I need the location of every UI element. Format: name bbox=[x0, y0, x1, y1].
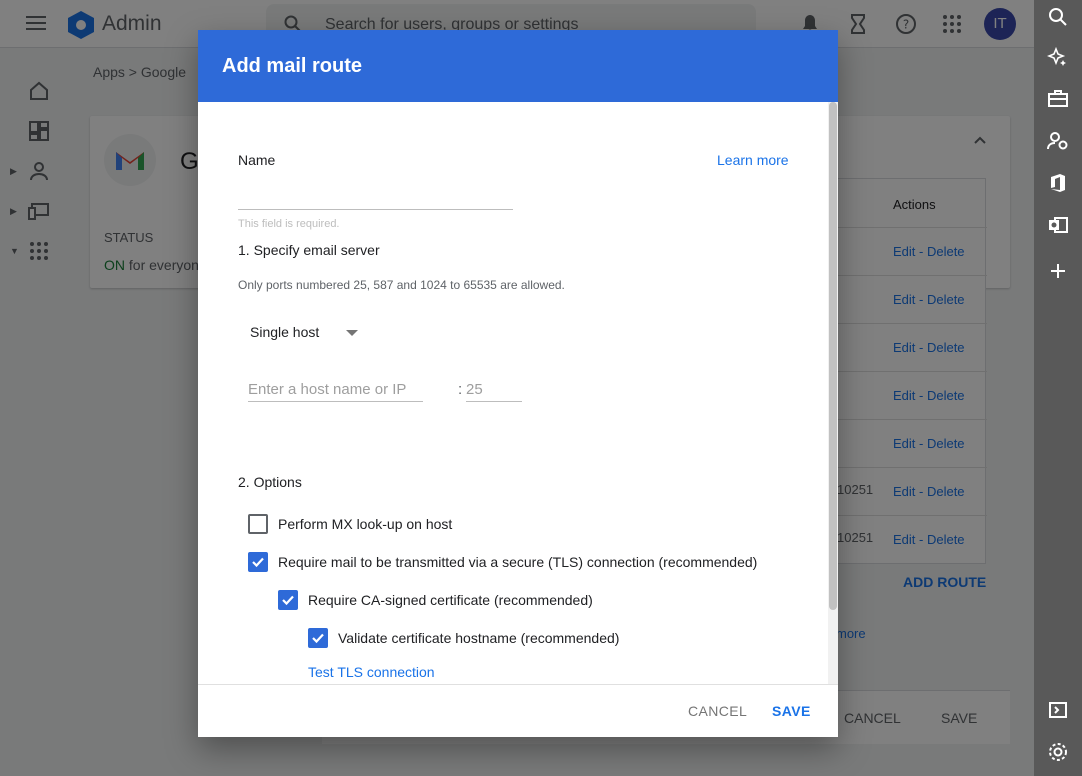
learn-more-link[interactable]: Learn more bbox=[717, 152, 789, 168]
test-tls-connection-link[interactable]: Test TLS connection bbox=[308, 664, 435, 680]
port-separator: : bbox=[458, 381, 463, 398]
row-edit-delete-links[interactable]: Edit - Delete bbox=[893, 484, 965, 499]
status-on: ON bbox=[104, 257, 125, 273]
add-mail-route-dialog: Add mail route Name Learn more This fiel… bbox=[198, 30, 838, 737]
require-tls-checkbox[interactable] bbox=[248, 552, 268, 572]
checkmark-icon bbox=[312, 633, 324, 644]
gmail-icon bbox=[116, 152, 144, 170]
dialog-scrollbar[interactable] bbox=[828, 102, 838, 684]
gmail-logo bbox=[104, 134, 156, 186]
host-type-dropdown[interactable]: Single host bbox=[250, 324, 360, 348]
status-scope: for everyone bbox=[125, 257, 207, 273]
background-save-button[interactable]: SAVE bbox=[941, 710, 977, 726]
users-icon[interactable] bbox=[28, 160, 50, 182]
navigation-rail: ▶ ▶ ▼ bbox=[0, 48, 64, 776]
section-1-heading: 1. Specify email server bbox=[238, 242, 380, 258]
people-settings-icon[interactable] bbox=[1047, 130, 1069, 152]
hourglass-icon[interactable] bbox=[846, 12, 870, 36]
dashboard-icon[interactable] bbox=[28, 120, 50, 142]
host-type-value: Single host bbox=[250, 324, 320, 340]
sparkle-icon[interactable] bbox=[1047, 46, 1069, 68]
help-icon[interactable]: ? bbox=[894, 12, 918, 36]
main-menu-icon[interactable] bbox=[26, 16, 46, 30]
cancel-button[interactable]: CANCEL bbox=[688, 703, 747, 719]
outlook-icon[interactable] bbox=[1047, 214, 1069, 236]
briefcase-icon[interactable] bbox=[1047, 88, 1069, 110]
devices-icon[interactable] bbox=[28, 200, 50, 222]
apps-icon[interactable] bbox=[28, 240, 50, 262]
allowed-ports-note: Only ports numbered 25, 587 and 1024 to … bbox=[238, 278, 565, 292]
row-edit-delete-links[interactable]: Edit - Delete bbox=[893, 388, 965, 403]
open-panel-icon[interactable] bbox=[1047, 699, 1069, 721]
status-value: ON for everyone bbox=[104, 257, 207, 273]
breadcrumb[interactable]: Apps > Google bbox=[93, 64, 186, 80]
search-icon[interactable] bbox=[1047, 6, 1069, 28]
host-name-input[interactable] bbox=[248, 378, 423, 402]
section-2-heading: 2. Options bbox=[238, 474, 302, 490]
learn-more-link-background[interactable]: more bbox=[836, 626, 866, 641]
background-cancel-button[interactable]: CANCEL bbox=[844, 710, 901, 726]
scrollbar-thumb[interactable] bbox=[829, 102, 837, 610]
validate-hostname-label: Validate certificate hostname (recommend… bbox=[338, 630, 620, 646]
actions-column-header: Actions bbox=[893, 197, 936, 212]
add-icon[interactable] bbox=[1047, 260, 1069, 282]
settings-gear-icon[interactable] bbox=[1047, 741, 1069, 763]
svg-text:?: ? bbox=[903, 18, 909, 32]
row-edit-delete-links[interactable]: Edit - Delete bbox=[893, 340, 965, 355]
row-value: 10251 bbox=[837, 482, 874, 497]
required-field-message: This field is required. bbox=[238, 218, 340, 230]
require-ca-cert-label: Require CA-signed certificate (recommend… bbox=[308, 592, 593, 608]
status-label: STATUS bbox=[104, 230, 154, 245]
admin-logo-icon bbox=[68, 11, 94, 39]
mx-lookup-checkbox[interactable] bbox=[248, 514, 268, 534]
port-input[interactable] bbox=[466, 378, 522, 402]
dialog-body: Name Learn more This field is required. … bbox=[198, 102, 838, 684]
name-input[interactable] bbox=[238, 180, 513, 210]
dialog-header: Add mail route bbox=[198, 30, 838, 102]
apps-grid-icon[interactable] bbox=[940, 12, 964, 36]
dialog-title: Add mail route bbox=[222, 55, 363, 77]
expand-devices-caret[interactable]: ▶ bbox=[10, 206, 17, 217]
row-edit-delete-links[interactable]: Edit - Delete bbox=[893, 292, 965, 307]
expand-users-caret[interactable]: ▶ bbox=[10, 166, 17, 177]
dropdown-arrow-icon bbox=[346, 330, 358, 336]
home-icon[interactable] bbox=[28, 80, 50, 102]
add-route-button[interactable]: ADD ROUTE bbox=[903, 574, 986, 590]
row-edit-delete-links[interactable]: Edit - Delete bbox=[893, 244, 965, 259]
validate-hostname-checkbox[interactable] bbox=[308, 628, 328, 648]
name-label: Name bbox=[238, 152, 276, 168]
office-icon[interactable] bbox=[1047, 172, 1069, 194]
right-side-panel bbox=[1034, 0, 1082, 776]
row-value: 10251 bbox=[837, 530, 874, 545]
checkmark-icon bbox=[252, 557, 264, 568]
require-tls-label: Require mail to be transmitted via a sec… bbox=[278, 554, 758, 570]
account-avatar[interactable]: IT bbox=[984, 8, 1016, 40]
mx-lookup-label: Perform MX look-up on host bbox=[278, 516, 453, 532]
expand-apps-caret[interactable]: ▼ bbox=[10, 246, 19, 256]
dialog-footer: CANCEL SAVE bbox=[198, 684, 838, 737]
checkmark-icon bbox=[282, 595, 294, 606]
row-edit-delete-links[interactable]: Edit - Delete bbox=[893, 436, 965, 451]
save-button[interactable]: SAVE bbox=[772, 703, 811, 719]
row-edit-delete-links[interactable]: Edit - Delete bbox=[893, 532, 965, 547]
collapse-chevron-up-icon[interactable] bbox=[972, 132, 988, 148]
require-ca-cert-checkbox[interactable] bbox=[278, 590, 298, 610]
app-title: Admin bbox=[102, 12, 162, 35]
